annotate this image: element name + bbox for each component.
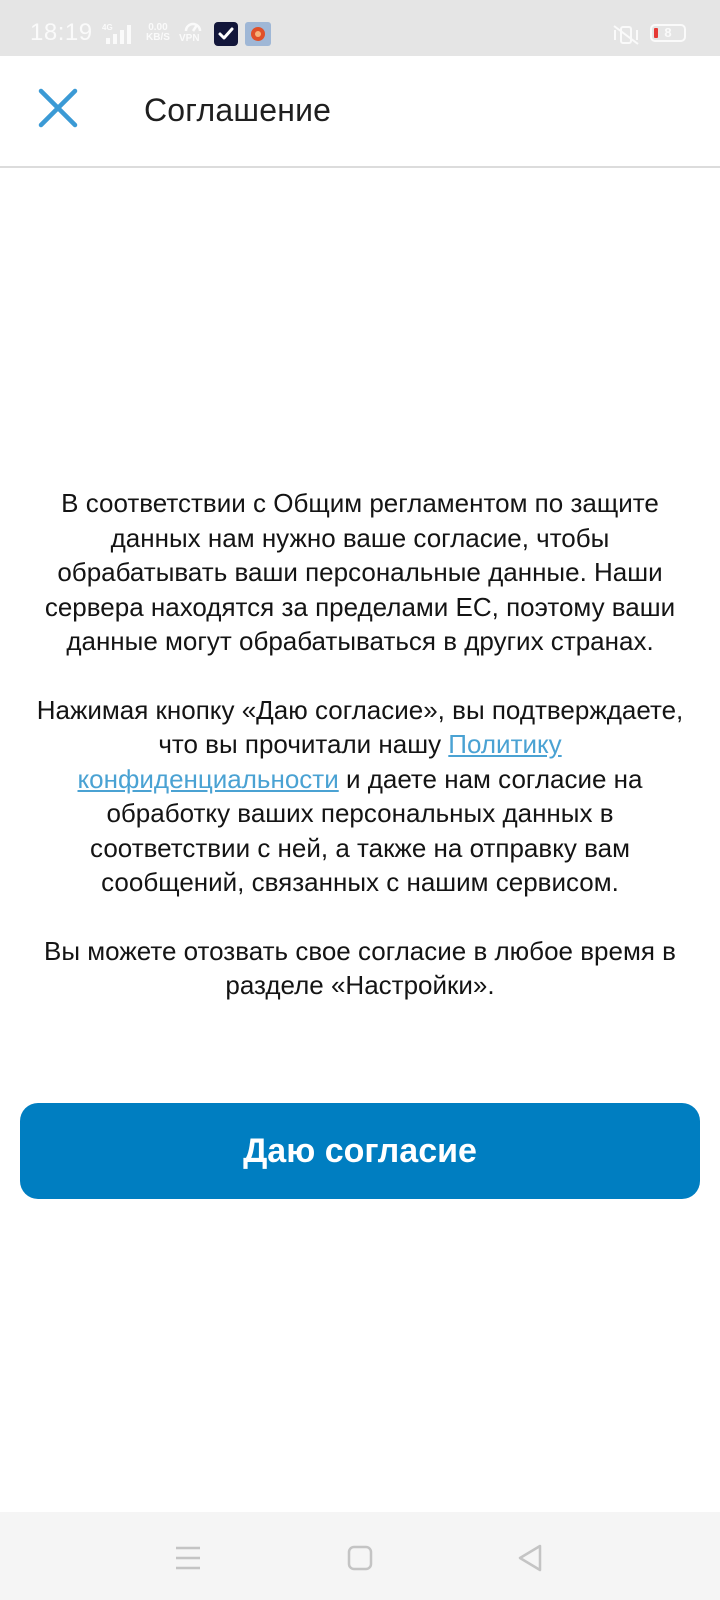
give-consent-button[interactable]: Даю согласие xyxy=(20,1103,700,1199)
tasks-app-icon xyxy=(214,22,238,46)
withdraw-paragraph: Вы можете отозвать свое согласие в любое… xyxy=(44,935,676,1001)
vibrate-off-icon xyxy=(612,24,640,51)
gdpr-paragraph: В соответствии с Общим регламентом по за… xyxy=(44,488,676,656)
signal-icon: 4G xyxy=(102,22,138,51)
consent-paragraph: Нажимая кнопку «Даю согласие», вы подтве… xyxy=(30,693,690,900)
status-bar: 18:19 4G 0.00 KB/S VPN 8 xyxy=(0,0,720,56)
app-header: Соглашение xyxy=(0,56,720,168)
svg-text:4G: 4G xyxy=(102,23,113,32)
consent-paragraph-intro: Нажимая кнопку «Даю согласие», вы подтве… xyxy=(36,694,684,760)
app-notification-icon xyxy=(245,22,271,46)
battery-icon: 8 xyxy=(650,24,686,42)
vpn-icon: VPN xyxy=(179,20,206,44)
home-icon[interactable] xyxy=(344,1542,376,1574)
battery-level: 8 xyxy=(664,25,672,40)
system-nav-bar xyxy=(0,1512,720,1600)
close-button[interactable] xyxy=(30,80,86,136)
network-speed: 0.00 KB/S xyxy=(146,23,170,43)
page-title: Соглашение xyxy=(144,92,332,128)
menu-icon[interactable] xyxy=(172,1542,204,1574)
network-speed-unit: KB/S xyxy=(146,32,170,43)
agreement-text: В соответствии с Общим регламентом по за… xyxy=(30,486,690,1037)
vpn-label: VPN xyxy=(179,33,200,44)
close-icon xyxy=(30,88,86,140)
status-time: 18:19 xyxy=(30,19,93,46)
back-icon[interactable] xyxy=(514,1542,546,1574)
